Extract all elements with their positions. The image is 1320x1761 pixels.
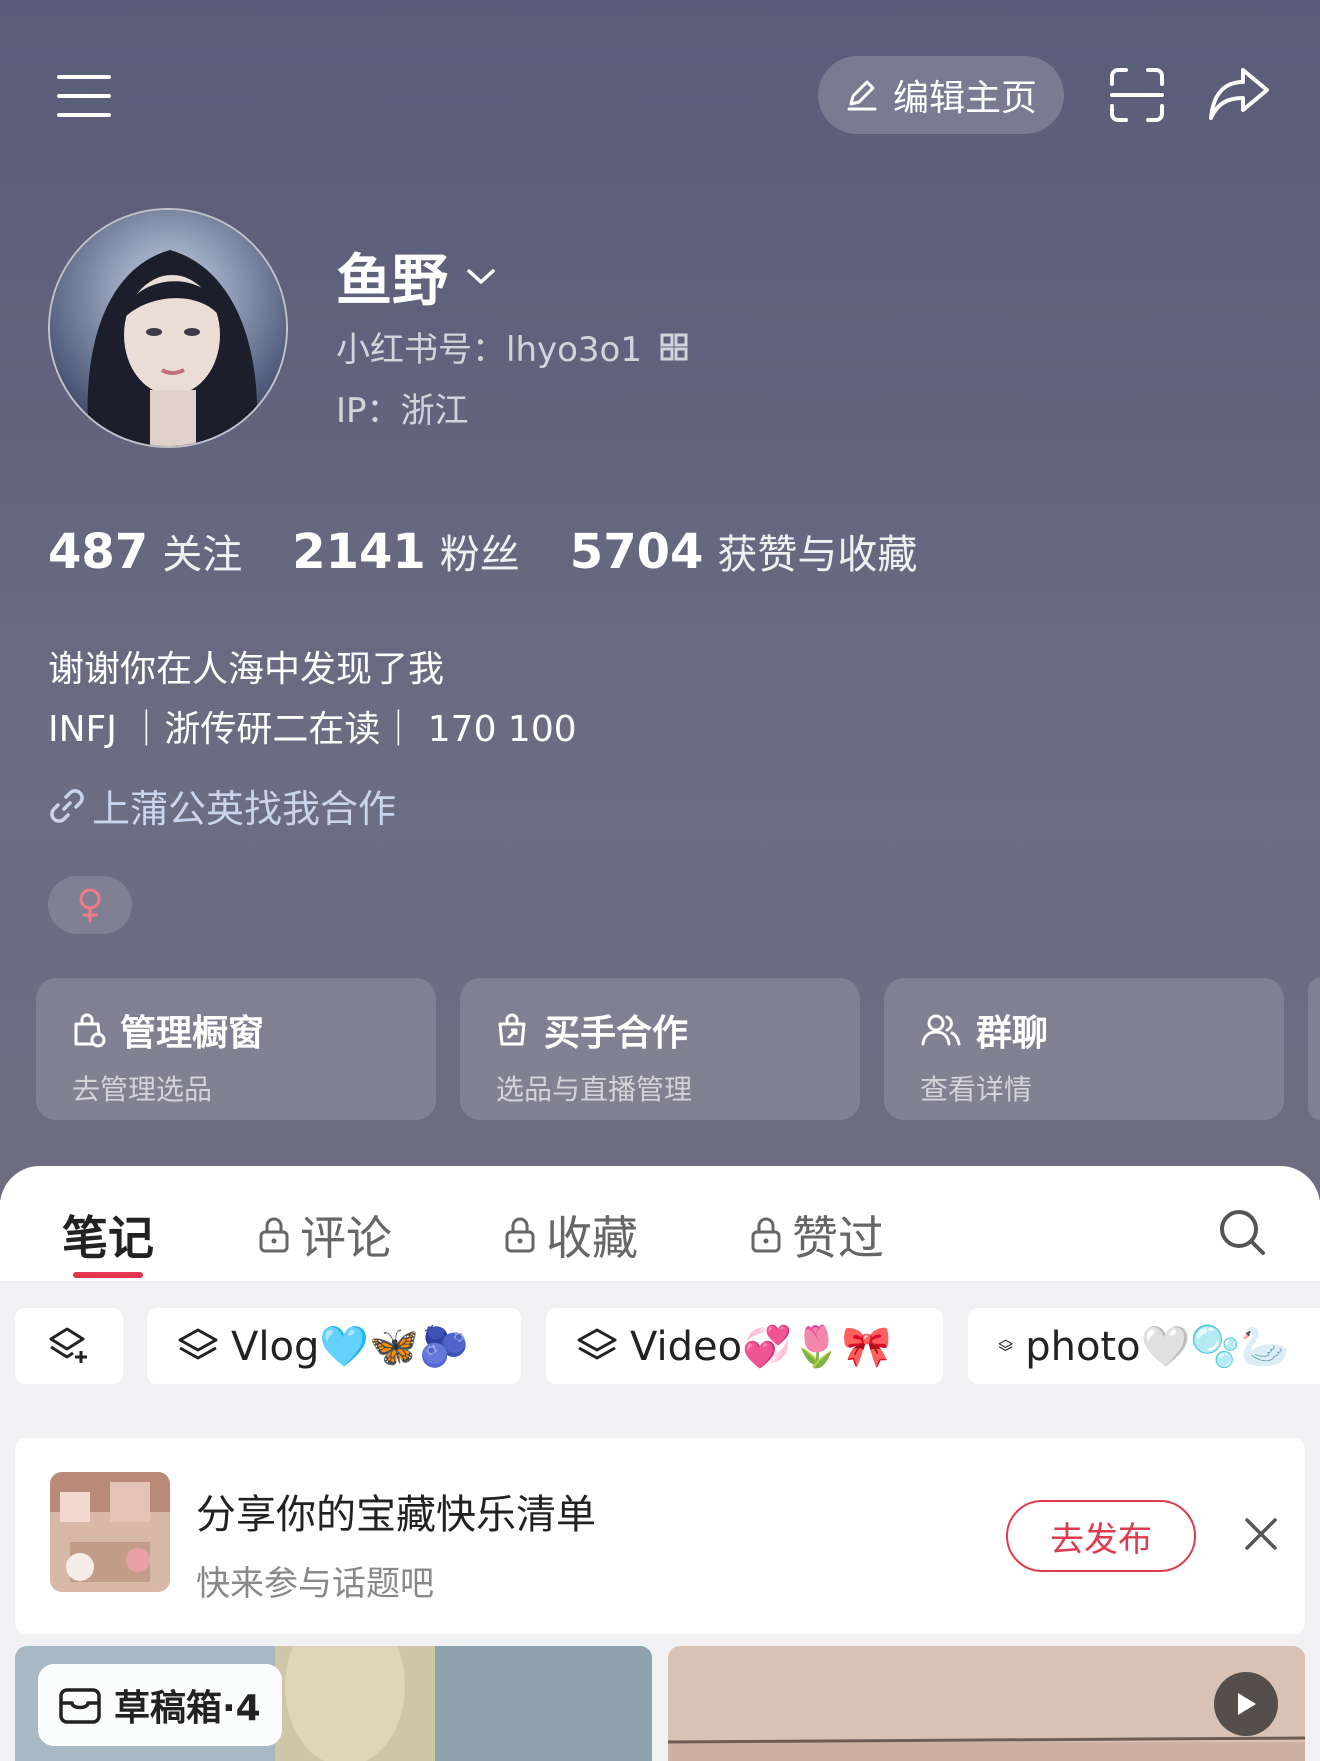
card-group-chat[interactable]: 群聊 查看详情 xyxy=(884,978,1284,1120)
card-title: 买手合作 xyxy=(544,1013,689,1054)
card-overflow-edge xyxy=(1308,978,1320,1120)
search-button[interactable] xyxy=(1216,1206,1268,1258)
tab-liked[interactable]: 赞过 xyxy=(750,1202,884,1268)
new-collection-button[interactable] xyxy=(15,1308,123,1384)
collection-chip[interactable]: Video💞🌷🎀 xyxy=(546,1308,943,1384)
bio-line-2: INFJ ｜浙传研二在读｜ 170 100 xyxy=(48,709,577,750)
tab-label: 笔记 xyxy=(62,1211,154,1265)
stat-label: 获赞与收藏 xyxy=(717,532,918,578)
publish-button[interactable]: 去发布 xyxy=(1006,1500,1196,1572)
users-icon xyxy=(921,1014,961,1046)
card-subtitle: 去管理选品 xyxy=(72,1073,213,1106)
collection-label: Video💞🌷🎀 xyxy=(630,1323,892,1370)
scan-button[interactable] xyxy=(1104,62,1170,128)
stat-label: 关注 xyxy=(162,532,243,578)
avatar[interactable] xyxy=(48,208,288,448)
search-icon xyxy=(1220,1210,1265,1255)
tab-collections[interactable]: 收藏 xyxy=(504,1202,638,1268)
lock-icon xyxy=(259,1217,289,1253)
tab-bar: 笔记 评论 收藏 赞过 xyxy=(0,1166,1320,1282)
ip-location: IP：浙江 xyxy=(336,391,469,431)
tab-label: 赞过 xyxy=(792,1211,884,1265)
active-tab-indicator xyxy=(73,1272,143,1278)
user-id: 小红书号：lhyo3o1 xyxy=(336,330,642,370)
card-subtitle: 查看详情 xyxy=(920,1073,1033,1106)
profile-name-row[interactable]: 鱼野 xyxy=(336,236,496,317)
card-subtitle: 选品与直播管理 xyxy=(496,1073,693,1106)
stat-number: 487 xyxy=(48,524,149,580)
collection-label: photo🤍🫧🦢 xyxy=(1025,1323,1290,1370)
stat-number: 2141 xyxy=(292,524,426,580)
avatar-image xyxy=(50,210,286,446)
menu-icon xyxy=(57,75,111,117)
stat-number: 5704 xyxy=(569,524,704,580)
collection-chip[interactable]: Vlog🩵🦋🫐 xyxy=(147,1308,521,1384)
lock-icon xyxy=(505,1217,535,1253)
play-icon xyxy=(1238,1693,1256,1715)
layers-icon xyxy=(998,1339,1013,1351)
menu-button[interactable] xyxy=(52,68,116,124)
cooperation-link-label: 上蒲公英找我合作 xyxy=(92,787,397,831)
promo-title: 分享你的宝藏快乐清单 xyxy=(196,1492,596,1538)
video-play-button[interactable] xyxy=(1214,1672,1278,1736)
layers-icon xyxy=(577,1328,617,1360)
stat-followers[interactable]: 2141 粉丝 xyxy=(292,522,520,580)
collection-label: Vlog🩵🦋🫐 xyxy=(231,1323,469,1370)
card-buyer-cooperation[interactable]: 买手合作 选品与直播管理 xyxy=(460,978,860,1120)
promo-thumbnail xyxy=(50,1472,170,1592)
drafts-badge[interactable]: 草稿箱·4 xyxy=(38,1664,282,1746)
drafts-label: 草稿箱·4 xyxy=(114,1688,261,1729)
layers-icon xyxy=(178,1328,218,1360)
gender-tag xyxy=(48,876,132,934)
inbox-icon xyxy=(59,1688,101,1724)
scan-icon xyxy=(1110,68,1164,122)
share-button[interactable] xyxy=(1204,60,1274,126)
share-icon xyxy=(1209,68,1269,120)
user-id-row[interactable]: 小红书号：lhyo3o1 xyxy=(336,322,688,371)
tab-comments[interactable]: 评论 xyxy=(258,1202,392,1268)
tab-notes[interactable]: 笔记 xyxy=(62,1202,154,1268)
card-title: 管理橱窗 xyxy=(120,1013,265,1054)
edit-profile-button[interactable]: 编辑主页 xyxy=(818,56,1064,134)
shopping-bag-icon xyxy=(74,1013,106,1048)
lock-icon xyxy=(751,1217,781,1253)
promo-subtitle: 快来参与话题吧 xyxy=(196,1564,434,1604)
link-icon xyxy=(50,788,84,823)
card-manage-showcase[interactable]: 管理橱窗 去管理选品 xyxy=(36,978,436,1120)
card-title: 群聊 xyxy=(976,1013,1049,1054)
edit-pencil-icon xyxy=(847,80,877,111)
profile-name: 鱼野 xyxy=(336,249,448,314)
content-panel: 笔记 评论 收藏 赞过 Vlog🩵🦋🫐 Video💞🌷🎀 photo🤍🫧🦢 分享… xyxy=(0,1166,1320,1761)
qrcode-icon xyxy=(660,333,688,360)
edit-profile-label: 编辑主页 xyxy=(892,78,1037,119)
tab-label: 评论 xyxy=(300,1211,392,1265)
close-button[interactable] xyxy=(1241,1514,1281,1554)
tab-label: 收藏 xyxy=(546,1211,638,1265)
female-icon xyxy=(79,888,101,923)
stats-row: 487 关注 2141 粉丝 5704 获赞与收藏 xyxy=(48,522,967,580)
note-card-image[interactable] xyxy=(668,1646,1305,1761)
collection-chip[interactable]: photo🤍🫧🦢 xyxy=(968,1308,1320,1384)
topic-promo-card[interactable]: 分享你的宝藏快乐清单 快来参与话题吧 去发布 xyxy=(15,1438,1305,1634)
stat-following[interactable]: 487 关注 xyxy=(48,522,242,580)
stat-likes-collects[interactable]: 5704 获赞与收藏 xyxy=(570,522,918,580)
close-icon xyxy=(1245,1518,1277,1550)
cooperation-link[interactable]: 上蒲公英找我合作 xyxy=(48,778,396,833)
bag-arrow-icon xyxy=(498,1013,526,1046)
stat-label: 粉丝 xyxy=(439,532,520,578)
bio-line-1: 谢谢你在人海中发现了我 xyxy=(48,649,445,690)
layers-add-icon xyxy=(49,1327,87,1363)
chevron-down-icon xyxy=(467,268,495,284)
